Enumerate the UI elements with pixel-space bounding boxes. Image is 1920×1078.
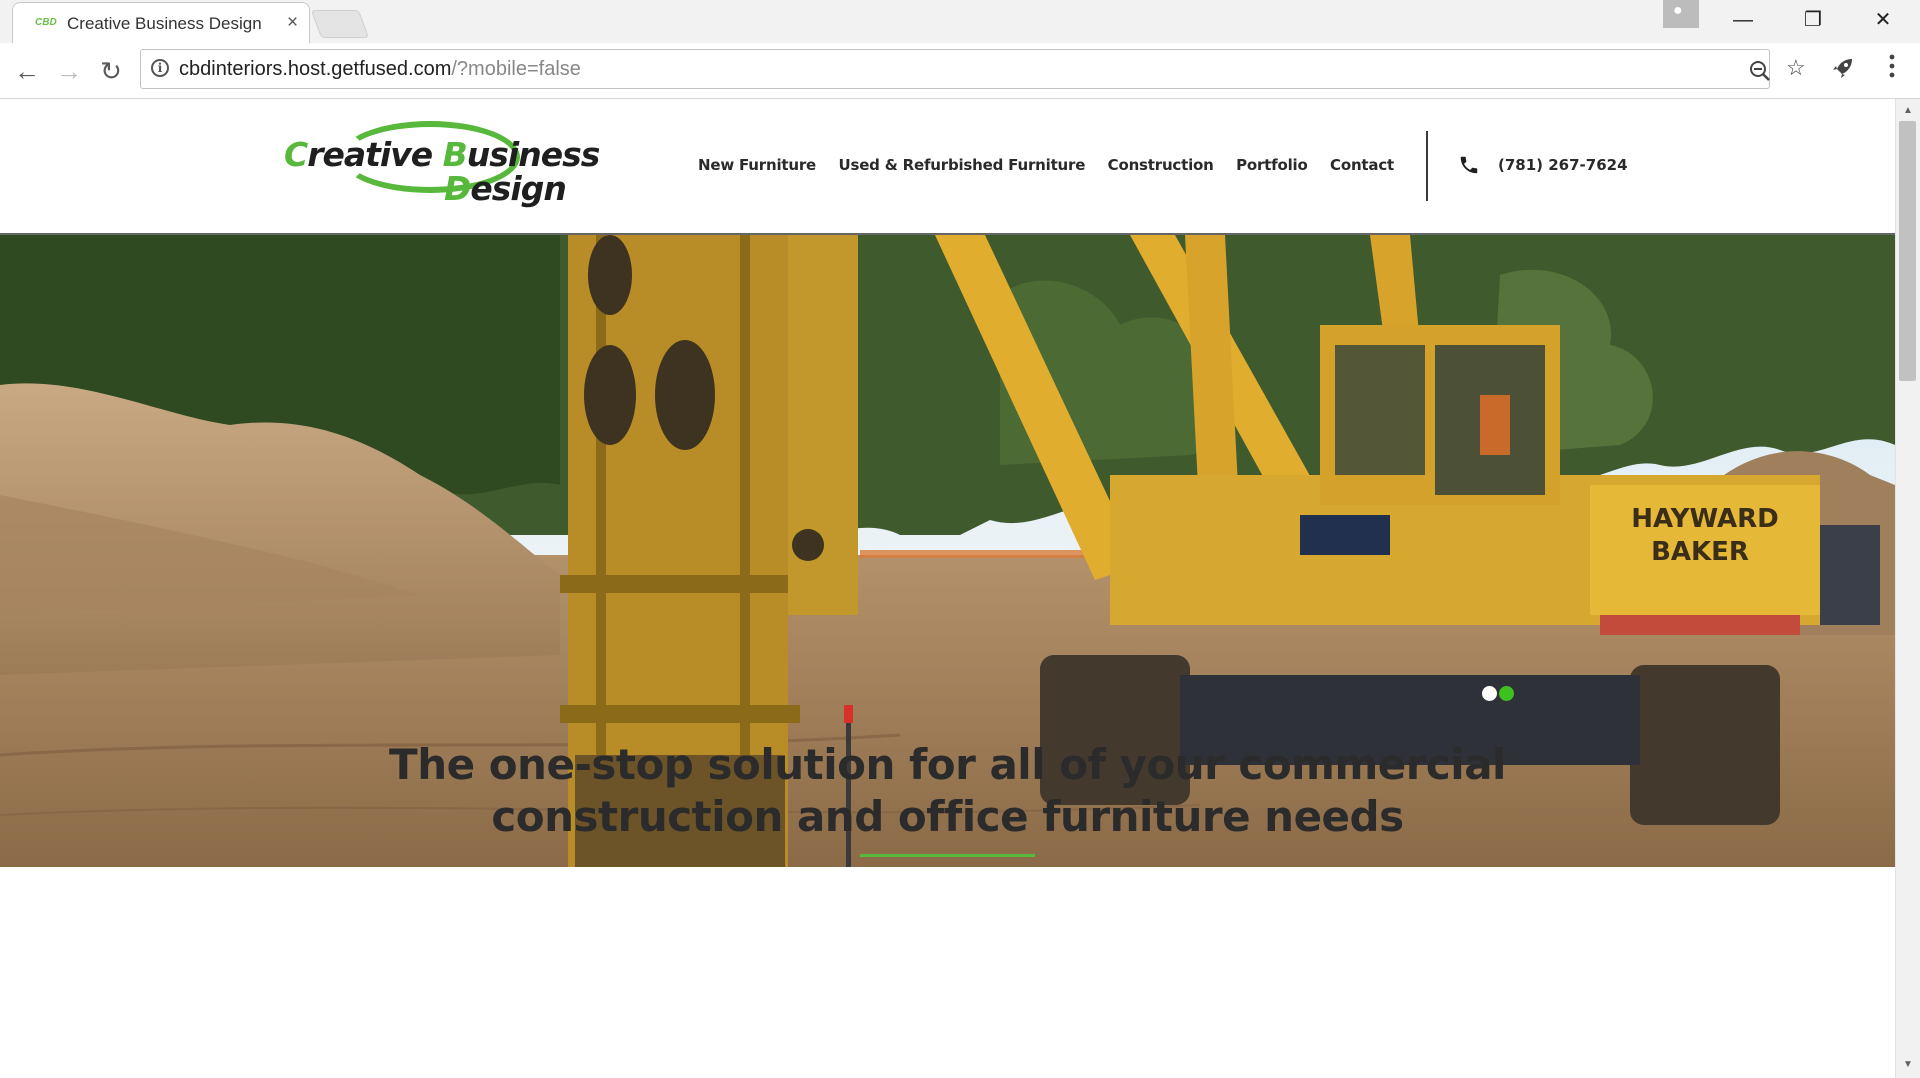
headline-line-2: construction and office furniture needs: [491, 792, 1404, 841]
headline-line-1: The one-stop solution for all of your co…: [389, 740, 1506, 789]
url-text[interactable]: cbdinteriors.host.getfused.com/?mobile=f…: [179, 58, 581, 81]
page-scrollbar[interactable]: ▲ ▼: [1895, 99, 1920, 1078]
info-icon[interactable]: i: [151, 59, 169, 77]
site-logo[interactable]: Creative Business Design: [282, 117, 600, 217]
machine-text-2: BAKER: [1651, 537, 1749, 567]
slider-dot-1[interactable]: [1482, 686, 1497, 701]
new-tab-button[interactable]: [310, 10, 370, 38]
slider-dot-2[interactable]: [1499, 686, 1514, 701]
person-icon: ●: [1673, 2, 1683, 19]
nav-construction[interactable]: Construction: [1108, 156, 1214, 174]
minimize-button[interactable]: —: [1720, 4, 1766, 36]
logo-line-2: Design: [444, 169, 567, 208]
phone-icon: [1460, 156, 1478, 174]
scroll-up-arrow-icon[interactable]: ▲: [1903, 105, 1913, 116]
logo-word-esign: esign: [470, 169, 566, 208]
profile-icon[interactable]: ●: [1663, 0, 1699, 28]
url-path: /?mobile=false: [451, 58, 581, 80]
nav-contact[interactable]: Contact: [1330, 156, 1394, 174]
tab-close-icon[interactable]: ×: [287, 12, 298, 34]
back-arrow-icon[interactable]: ←: [10, 54, 44, 88]
tab-title: Creative Business Design: [67, 14, 262, 33]
restore-button[interactable]: ❐: [1790, 4, 1836, 36]
star-icon[interactable]: ☆: [1786, 55, 1806, 81]
forward-arrow-icon[interactable]: →: [52, 54, 86, 88]
reload-icon[interactable]: ↻: [94, 54, 128, 88]
logo-letter-c: C: [284, 135, 308, 174]
header-divider: [1426, 131, 1428, 201]
nav-portfolio[interactable]: Portfolio: [1236, 156, 1308, 174]
main-nav: New Furniture Used & Refurbished Furnitu…: [698, 156, 1412, 175]
address-bar[interactable]: i cbdinteriors.host.getfused.com/?mobile…: [140, 49, 1806, 89]
nav-used-refurbished-furniture[interactable]: Used & Refurbished Furniture: [838, 156, 1085, 174]
site-header: Creative Business Design New Furniture U…: [0, 99, 1895, 235]
browser-toolbar: ← → ↻ i cbdinteriors.host.getfused.com/?…: [0, 43, 1920, 99]
scroll-down-arrow-icon[interactable]: ▼: [1903, 1059, 1913, 1070]
machine-text-1: HAYWARD: [1631, 504, 1778, 534]
browser-tabstrip: CBD Creative Business Design × ● — ❐ ✕: [0, 0, 1920, 43]
rocket-icon[interactable]: [1830, 55, 1856, 81]
page-viewport: Creative Business Design New Furniture U…: [0, 99, 1895, 1078]
logo-letter-d: D: [444, 169, 471, 208]
scroll-thumb[interactable]: [1899, 121, 1916, 381]
close-window-button[interactable]: ✕: [1860, 4, 1906, 36]
favicon-icon: CBD: [35, 17, 57, 28]
kebab-menu-icon[interactable]: [1887, 53, 1897, 79]
logo-word-reative: reative: [307, 135, 443, 174]
accent-rule: [860, 854, 1035, 857]
zoom-icon[interactable]: [1749, 60, 1771, 82]
nav-new-furniture[interactable]: New Furniture: [698, 156, 816, 174]
page-headline: The one-stop solution for all of your co…: [200, 739, 1695, 843]
phone-number-link[interactable]: (781) 267-7624: [1498, 156, 1628, 174]
browser-tab[interactable]: CBD Creative Business Design ×: [12, 2, 310, 43]
url-host: cbdinteriors.host.getfused.com: [179, 58, 452, 80]
